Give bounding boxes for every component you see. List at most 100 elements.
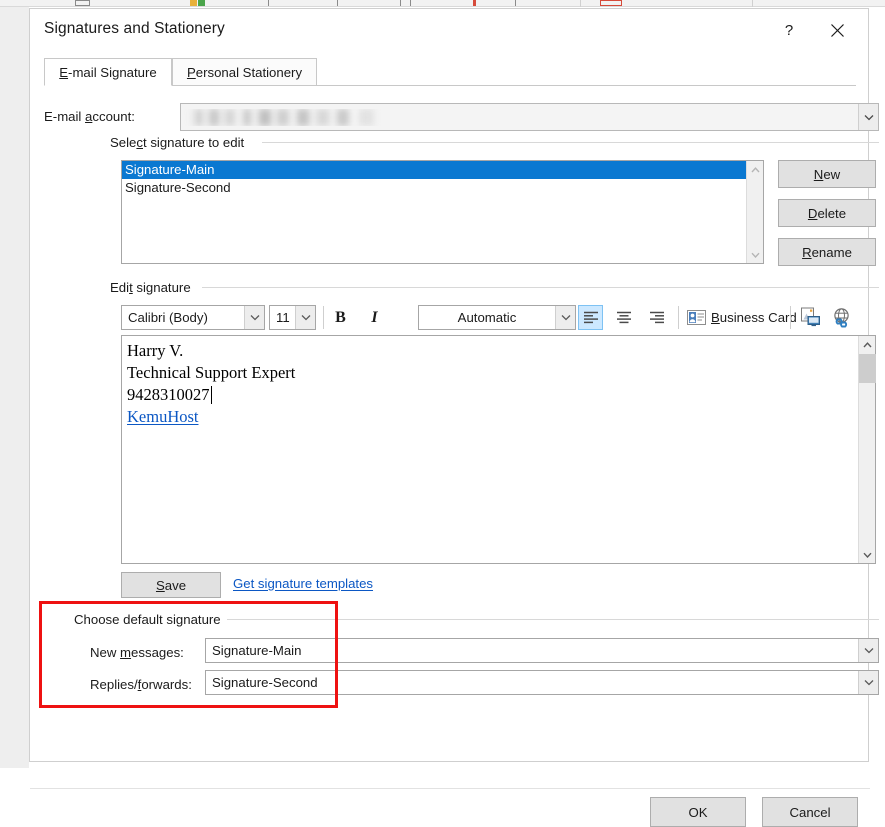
signature-editor-scrollbar[interactable] <box>858 336 876 563</box>
list-item[interactable]: Signature-Second <box>122 179 746 197</box>
chevron-down-icon <box>864 648 873 654</box>
font-color-combobox[interactable]: Automatic <box>418 305 576 330</box>
toolbar-separator <box>323 306 324 329</box>
new-messages-label: New messages: <box>90 645 184 660</box>
scroll-down-button[interactable] <box>750 246 760 263</box>
font-size-combobox[interactable]: 11 <box>269 305 316 330</box>
scroll-up-button[interactable] <box>862 336 872 353</box>
close-button[interactable] <box>814 9 860 51</box>
align-right-button[interactable] <box>644 305 669 330</box>
ribbon-icon-3 <box>198 0 205 6</box>
rename-signature-button[interactable]: Rename <box>778 238 876 266</box>
get-signature-templates-link[interactable]: Get signature templates <box>233 576 373 591</box>
list-item[interactable]: Signature-Main <box>122 161 746 179</box>
chevron-down-icon <box>750 252 760 258</box>
tab-personal-stationery-label: Personal Stationery <box>186 64 303 80</box>
dialog-titlebar: Signatures and Stationery ? <box>30 9 868 51</box>
tab-email-signature-label: E-mail Signature <box>59 64 157 80</box>
signature-list-scrollbar[interactable] <box>746 161 763 263</box>
font-size-dropdown-arrow[interactable] <box>295 306 315 329</box>
signatures-and-stationery-dialog: Signatures and Stationery ? E-mail Signa… <box>29 8 879 827</box>
email-account-combobox[interactable] <box>180 103 879 131</box>
insert-picture-icon <box>800 307 820 326</box>
select-signature-group-label: Select signature to edit <box>110 135 251 150</box>
ribbon-icon-8 <box>473 0 476 6</box>
new-messages-dropdown-arrow[interactable] <box>858 639 878 662</box>
toolbar-separator <box>790 306 791 329</box>
email-account-dropdown-arrow[interactable] <box>858 104 878 130</box>
scroll-up-button[interactable] <box>750 161 760 178</box>
align-left-icon <box>583 311 598 324</box>
font-family-combobox[interactable]: Calibri (Body) <box>121 305 265 330</box>
bold-button[interactable]: B <box>327 305 354 330</box>
signature-hyperlink[interactable]: KemuHost <box>127 407 199 426</box>
font-family-value: Calibri (Body) <box>128 310 208 325</box>
replies-forwards-label: Replies/forwards: <box>90 677 192 692</box>
ribbon-separator-1 <box>580 0 581 7</box>
chevron-down-icon <box>864 114 873 120</box>
chevron-down-icon <box>301 315 310 321</box>
business-card-icon <box>687 310 706 325</box>
desktop-background-left <box>0 7 29 814</box>
chevron-down-icon <box>561 315 570 321</box>
email-account-label: E-mail account: <box>44 109 135 124</box>
align-left-button[interactable] <box>578 305 603 330</box>
align-center-button[interactable] <box>611 305 636 330</box>
replies-forwards-combobox[interactable]: Signature-Second <box>205 670 879 695</box>
save-button-label: Save <box>155 577 187 593</box>
signature-line: 9428310027 <box>127 385 211 404</box>
tabstrip: E-mail Signature Personal Stationery <box>44 58 856 86</box>
insert-picture-button[interactable] <box>797 304 823 330</box>
ribbon-separator-2 <box>752 0 753 7</box>
align-right-icon <box>649 311 664 324</box>
font-size-value: 11 <box>276 310 290 325</box>
signature-list: Signature-Main Signature-Second <box>122 161 746 263</box>
default-signature-group-label: Choose default signature <box>74 612 227 627</box>
font-family-dropdown-arrow[interactable] <box>244 306 264 329</box>
cancel-button[interactable]: Cancel <box>762 797 858 827</box>
align-center-icon <box>616 311 631 324</box>
chevron-up-icon <box>750 166 760 172</box>
font-color-value: Automatic <box>457 310 517 325</box>
tab-email-signature[interactable]: E-mail Signature <box>44 58 172 86</box>
italic-button[interactable]: I <box>361 305 388 330</box>
replies-forwards-dropdown-arrow[interactable] <box>858 671 878 694</box>
replies-forwards-value: Signature-Second <box>212 675 318 690</box>
help-icon: ? <box>784 21 794 39</box>
dialog-title: Signatures and Stationery <box>44 20 225 37</box>
footer-divider <box>30 788 870 789</box>
signature-editor-content[interactable]: Harry V. Technical Support Expert 942831… <box>122 336 858 563</box>
delete-button-label: Delete <box>807 205 847 221</box>
ok-button[interactable]: OK <box>650 797 746 827</box>
chevron-down-icon <box>862 552 872 558</box>
ribbon-icon-6 <box>400 0 401 6</box>
signature-line: KemuHost <box>127 406 858 428</box>
business-card-button[interactable]: Business Card <box>687 305 797 330</box>
help-button[interactable]: ? <box>766 9 812 51</box>
chevron-up-icon <box>862 341 872 347</box>
signature-line: Technical Support Expert <box>127 363 296 382</box>
ribbon-strip <box>0 0 885 7</box>
save-button[interactable]: Save <box>121 572 221 598</box>
new-messages-combobox[interactable]: Signature-Main <box>205 638 879 663</box>
font-color-dropdown-arrow[interactable] <box>555 306 575 329</box>
desktop-background-bottom <box>0 768 885 814</box>
insert-hyperlink-button[interactable] <box>828 304 854 330</box>
new-button-label: New <box>813 166 841 182</box>
signature-editor[interactable]: Harry V. Technical Support Expert 942831… <box>121 335 876 564</box>
ribbon-icon-7 <box>410 0 411 6</box>
scrollbar-thumb[interactable] <box>859 354 876 383</box>
bold-icon: B <box>335 308 346 326</box>
tab-personal-stationery[interactable]: Personal Stationery <box>172 58 317 86</box>
new-messages-value: Signature-Main <box>212 643 302 658</box>
chevron-down-icon <box>864 680 873 686</box>
signature-listbox[interactable]: Signature-Main Signature-Second <box>121 160 764 264</box>
close-icon <box>830 23 844 37</box>
delete-signature-button[interactable]: Delete <box>778 199 876 227</box>
business-card-label: Business Card <box>711 310 797 325</box>
ribbon-icon-4 <box>268 0 269 6</box>
scroll-down-button[interactable] <box>862 546 872 563</box>
new-signature-button[interactable]: New <box>778 160 876 188</box>
insert-hyperlink-icon <box>833 307 849 327</box>
email-account-redacted-value <box>189 108 374 126</box>
